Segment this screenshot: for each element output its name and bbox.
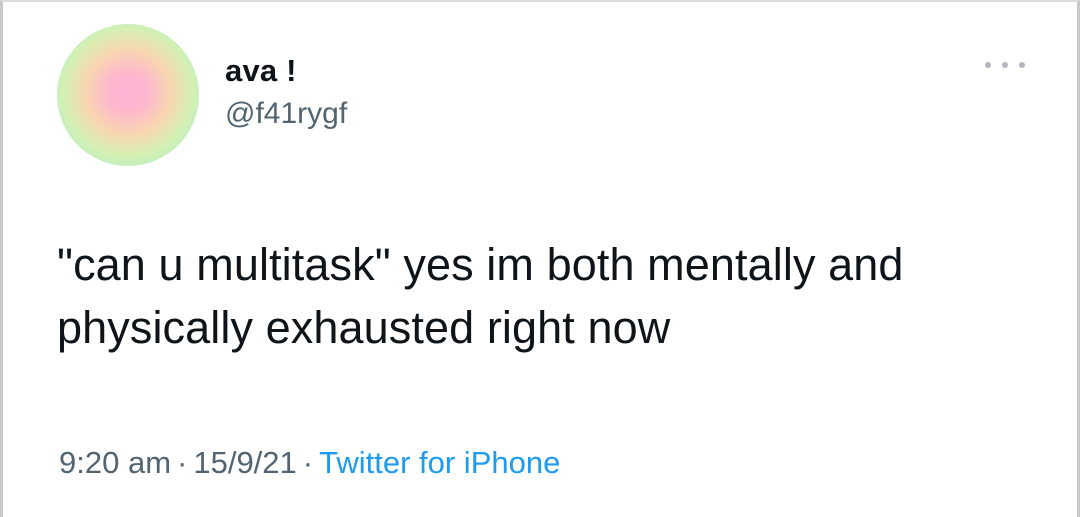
- more-options-icon[interactable]: [985, 54, 1025, 76]
- meta-separator: ·: [302, 445, 314, 480]
- more-dot: [1002, 62, 1008, 68]
- tweet-source-link[interactable]: Twitter for iPhone: [319, 445, 560, 480]
- more-dot: [1019, 62, 1025, 68]
- tweet-date[interactable]: 15/9/21: [193, 445, 296, 480]
- user-handle[interactable]: @f41rygf: [225, 97, 347, 131]
- avatar[interactable]: [57, 24, 199, 166]
- tweet-text: "can u multitask" yes im both mentally a…: [57, 239, 904, 353]
- tweet-time[interactable]: 9:20 am: [59, 445, 171, 480]
- display-name[interactable]: ava !: [225, 53, 297, 89]
- tweet-meta: 9:20 am · 15/9/21 · Twitter for iPhone: [59, 445, 560, 481]
- tweet-card: ava ! @f41rygf "can u multitask" yes im …: [0, 0, 1080, 517]
- more-dot: [985, 62, 991, 68]
- meta-separator: ·: [177, 445, 188, 480]
